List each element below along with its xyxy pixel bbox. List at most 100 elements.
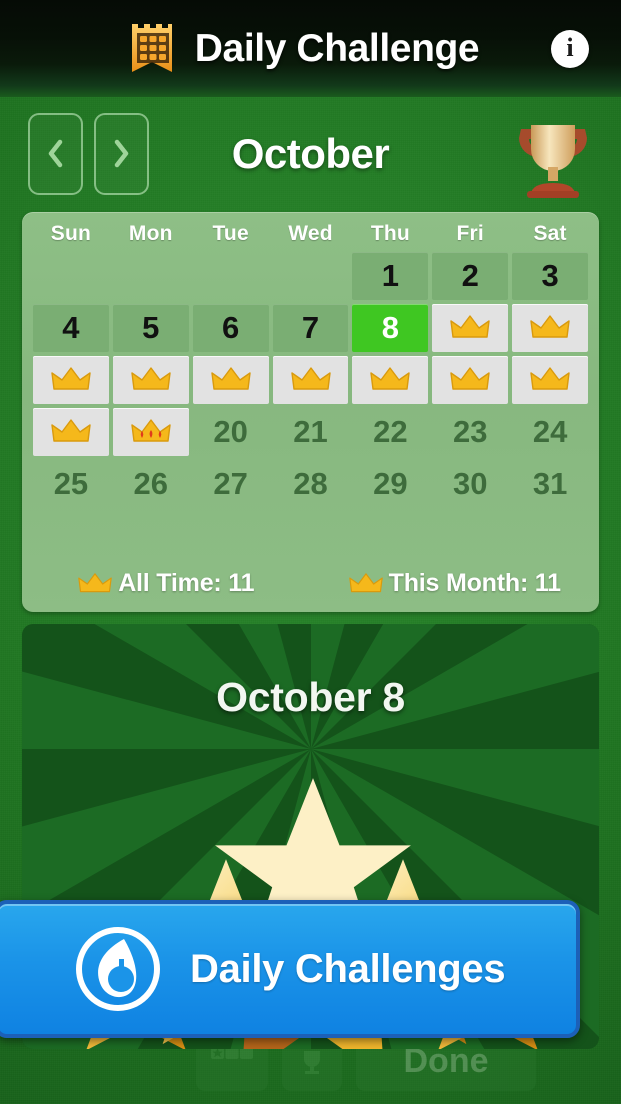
crown-icon <box>131 367 171 390</box>
calendar-day-cell[interactable]: 7 <box>272 304 349 352</box>
promo-banner-label: Daily Challenges <box>190 946 506 991</box>
dow-mon: Mon <box>128 222 173 245</box>
app-header: Daily Challenge i <box>0 0 621 97</box>
dow-tue: Tue <box>212 222 249 245</box>
calendar-day-number: 23 <box>452 414 488 449</box>
calendar-day-cell[interactable] <box>33 356 109 404</box>
dow-wed: Wed <box>288 222 333 245</box>
calendar-week-row: 25 26 27 28 29 30 31 <box>31 460 590 508</box>
crown-icon <box>530 367 570 390</box>
stat-all-time: All Time: 11 <box>22 569 311 598</box>
calendar-icon <box>128 20 178 78</box>
crown-jeweled-icon <box>131 419 171 442</box>
crown-icon <box>370 367 411 390</box>
calendar-day-cell[interactable]: 8 <box>352 304 429 352</box>
stat-this-month-label: This Month: 11 <box>388 569 561 597</box>
crown-icon <box>450 315 490 338</box>
dow-sat: Sat <box>533 222 567 245</box>
calendar-day-cell[interactable] <box>112 356 189 404</box>
stat-all-time-label: All Time: 11 <box>118 569 255 597</box>
calendar-day-number: 8 <box>381 310 399 345</box>
calendar-day-cell[interactable] <box>272 356 349 404</box>
stat-this-month: This Month: 11 <box>311 569 600 598</box>
crown-icon <box>51 367 91 390</box>
info-icon-label: i <box>566 32 574 62</box>
calendar-day-cell[interactable] <box>432 304 509 352</box>
calendar-day-cell[interactable] <box>33 408 109 456</box>
calendar-day-number: 3 <box>541 258 559 293</box>
calendar-card: Sun Mon Tue Wed Thu Fri Sat 1 2 3 4 5 6 7 8 20 21… <box>22 212 599 612</box>
calendar-day-cell[interactable] <box>192 356 269 404</box>
calendar-day-number: 31 <box>532 466 568 501</box>
crown-stats-row: All Time: 11 This Month: 11 <box>22 569 599 598</box>
trophy-icon[interactable] <box>507 113 599 199</box>
crown-icon <box>210 367 251 390</box>
calendar-day-cell[interactable]: 30 <box>432 460 508 508</box>
calendar-week-row: 20 21 22 23 24 <box>31 408 590 456</box>
calendar-day-number: 1 <box>381 258 399 293</box>
info-icon[interactable]: i <box>551 29 589 68</box>
calendar-day-cell[interactable]: 1 <box>352 252 429 300</box>
calendar-day-number: 21 <box>293 414 328 449</box>
calendar-day-cell[interactable]: 29 <box>352 460 428 508</box>
calendar-day-cell[interactable] <box>112 408 189 456</box>
calendar-day-cell[interactable] <box>512 356 589 404</box>
calendar-week-row: 4 5 6 7 8 <box>31 304 590 352</box>
calendar-day-cell[interactable] <box>432 356 509 404</box>
calendar-day-cell[interactable] <box>352 356 429 404</box>
calendar-day-cell[interactable]: 21 <box>273 408 349 456</box>
crown-icon <box>78 572 112 592</box>
calendar-day-number: 27 <box>213 466 248 501</box>
calendar-day-cell[interactable] <box>512 304 589 352</box>
calendar-day-number: 4 <box>62 310 80 345</box>
calendar-day-number: 24 <box>532 414 568 449</box>
daily-challenges-promo-banner[interactable]: Daily Challenges <box>0 900 580 1038</box>
day-of-week-header-row: Sun Mon Tue Wed Thu Fri Sat <box>22 212 599 246</box>
crown-icon <box>530 315 570 338</box>
calendar-cell-empty <box>33 252 109 300</box>
calendar-day-number: 29 <box>373 466 408 501</box>
calendar-day-cell[interactable]: 4 <box>33 304 109 352</box>
calendar-day-cell[interactable]: 25 <box>33 460 109 508</box>
calendar-day-cell[interactable]: 24 <box>512 408 588 456</box>
calendar-day-number: 22 <box>373 414 408 449</box>
calendar-cell-empty <box>273 252 349 300</box>
calendar-day-cell[interactable]: 27 <box>193 460 269 508</box>
calendar-day-cell[interactable]: 6 <box>192 304 269 352</box>
calendar-day-cell[interactable]: 5 <box>112 304 189 352</box>
calendar-day-number: 7 <box>301 310 320 345</box>
trophy-icon <box>304 1051 320 1074</box>
calendar-day-number: 28 <box>293 466 328 501</box>
calendar-day-number: 2 <box>461 258 479 293</box>
calendar-week-row <box>31 356 590 404</box>
crown-icon <box>51 419 91 442</box>
daily-challenge-screen: Daily Challenge i October Sun Mon Tue We… <box>0 0 621 1104</box>
calendar-week-row: 1 2 3 <box>31 252 590 300</box>
dow-fri: Fri <box>456 222 484 245</box>
month-navigation-bar: October <box>0 97 621 210</box>
calendar-weeks: 1 2 3 4 5 6 7 8 20 21 22 23 24 25 26 27 28 29 30 31 <box>22 246 599 508</box>
calendar-day-number: 6 <box>222 310 240 345</box>
calendar-day-cell[interactable]: 26 <box>113 460 189 508</box>
crown-icon <box>450 367 490 390</box>
calendar-day-cell[interactable]: 2 <box>432 252 509 300</box>
calendar-cell-empty <box>113 252 189 300</box>
calendar-day-cell[interactable]: 20 <box>193 408 269 456</box>
dow-thu: Thu <box>370 222 410 245</box>
crown-icon <box>290 367 331 390</box>
calendar-day-number: 26 <box>133 466 169 501</box>
calendar-day-cell[interactable]: 3 <box>512 252 589 300</box>
calendar-day-number: 25 <box>53 466 89 501</box>
crown-icon <box>348 572 383 592</box>
calendar-day-cell[interactable]: 23 <box>432 408 508 456</box>
calendar-day-number: 5 <box>142 310 160 345</box>
calendar-day-cell[interactable]: 31 <box>512 460 588 508</box>
calendar-icon <box>211 1046 253 1059</box>
calendar-day-cell[interactable]: 22 <box>352 408 428 456</box>
calendar-day-number: 30 <box>452 466 488 501</box>
calendar-day-cell[interactable]: 28 <box>273 460 349 508</box>
page-title: Daily Challenge <box>194 26 480 70</box>
dow-sun: Sun <box>50 222 92 245</box>
reward-date-label: October 8 <box>216 674 405 720</box>
calendar-day-number: 20 <box>213 414 248 449</box>
